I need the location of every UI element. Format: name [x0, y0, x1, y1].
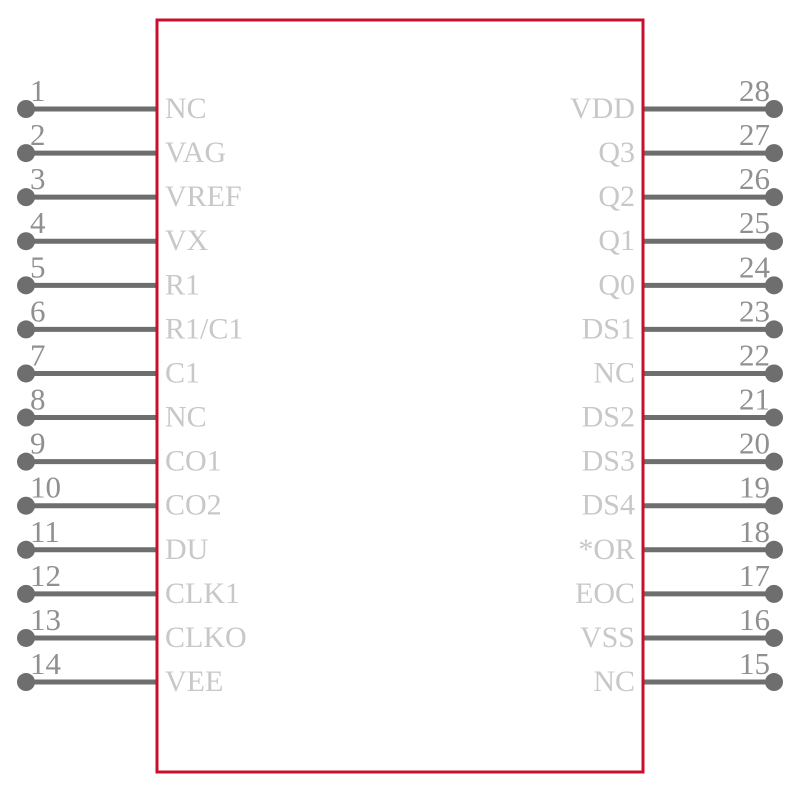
pin-number: 16 [739, 602, 770, 637]
pin-number: 12 [30, 558, 61, 593]
pin-label: VREF [165, 180, 242, 213]
pin-label: Q2 [598, 180, 635, 213]
pin-label: DS1 [582, 312, 635, 345]
pin-number: 3 [30, 161, 46, 196]
pin-number: 26 [739, 161, 770, 196]
pin-label: VX [165, 224, 209, 257]
pin-number: 4 [30, 205, 46, 240]
pin-number: 21 [739, 382, 770, 417]
pin-number: 6 [30, 293, 46, 328]
pin-number: 17 [739, 558, 770, 593]
pin-number: 28 [739, 73, 770, 108]
pin-number: 13 [30, 602, 61, 637]
pin-number: 2 [30, 117, 46, 152]
pin-label: CLK1 [165, 577, 240, 610]
pin-number: 9 [30, 426, 46, 461]
left-pins-group: 1 NC 2 VAG 3 VREF 4 VX 5 R1 6 R1/C1 7 C1 8 NC 9 CO1 10 CO2 1… [17, 73, 247, 698]
pin-label: DU [165, 533, 209, 566]
schematic-symbol-svg: 1 NC 2 VAG 3 VREF 4 VX 5 R1 6 R1/C1 7 C1 8 NC 9 CO1 10 CO2 1… [17, 18, 783, 774]
pin-label: R1/C1 [165, 312, 243, 345]
pin-number: 8 [30, 382, 46, 417]
pin-label: *OR [578, 533, 635, 566]
pin-label: DS3 [582, 445, 635, 478]
pin-number: 11 [30, 514, 60, 549]
pin-label: EOC [575, 577, 635, 610]
pin-6[interactable]: 6 R1/C1 [17, 293, 243, 345]
pin-number: 15 [739, 646, 770, 681]
pin-number: 25 [739, 205, 770, 240]
pin-number: 1 [30, 73, 46, 108]
pin-label: VSS [580, 621, 635, 654]
pin-label: NC [593, 356, 635, 389]
pin-label: NC [165, 401, 207, 434]
pin-label: CO2 [165, 489, 222, 522]
pin-label: Q0 [598, 268, 635, 301]
pin-label: VEE [165, 665, 223, 698]
pin-label: R1 [165, 268, 200, 301]
pin-label: Q1 [598, 224, 635, 257]
schematic-symbol-canvas: 1 NC 2 VAG 3 VREF 4 VX 5 R1 6 R1/C1 7 C1 8 NC 9 CO1 10 CO2 1… [0, 0, 800, 792]
ic-body-outline [155, 18, 645, 774]
pin-label: NC [165, 92, 207, 125]
pin-number: 7 [30, 337, 46, 372]
pin-label: Q3 [598, 136, 635, 169]
pin-number: 23 [739, 293, 770, 328]
right-pins-group: 28 VDD 27 Q3 26 Q2 25 Q1 24 Q0 23 DS1 22 NC 21 DS2 20 DS3… [570, 73, 783, 698]
pin-number: 18 [739, 514, 770, 549]
pin-number: 5 [30, 249, 46, 284]
pin-number: 10 [30, 470, 61, 505]
pin-number: 27 [739, 117, 770, 152]
pin-number: 22 [739, 337, 770, 372]
pin-label: CO1 [165, 445, 222, 478]
pin-label: CLKO [165, 621, 247, 654]
pin-label: NC [593, 665, 635, 698]
pin-number: 20 [739, 426, 770, 461]
pin-label: DS2 [582, 401, 635, 434]
pin-number: 24 [739, 249, 771, 284]
pin-label: VAG [165, 136, 226, 169]
pin-label: C1 [165, 356, 200, 389]
pin-number: 14 [30, 646, 62, 681]
pin-number: 19 [739, 470, 770, 505]
pin-label: VDD [570, 92, 635, 125]
pin-label: DS4 [582, 489, 635, 522]
